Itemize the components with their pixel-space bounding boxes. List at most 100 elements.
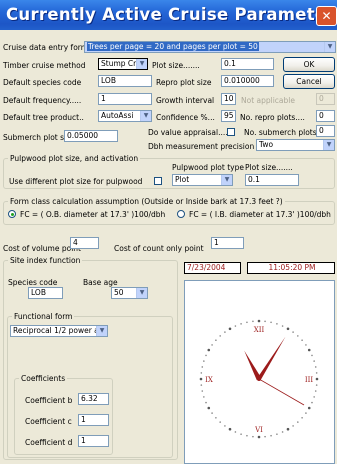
form-class-inside-radio[interactable]: [177, 210, 185, 218]
default-frequency-label: Default frequency.....: [3, 96, 82, 105]
species-code-label: Species code: [8, 278, 58, 287]
clock-tick: [240, 433, 242, 435]
no-submerch-plots-input[interactable]: 0: [316, 125, 335, 137]
chevron-down-icon[interactable]: ▼: [96, 326, 107, 336]
do-value-appraisal-checkbox[interactable]: [227, 128, 235, 136]
clock-tick: [252, 435, 254, 438]
clock-tick: [215, 339, 217, 341]
pulpwood-group-title: Pulpwood plot size, and activation: [8, 154, 141, 163]
clock-tick: [215, 417, 217, 419]
analog-clock: XII III VI IX: [199, 319, 319, 439]
not-applicable-label: Not applicable: [241, 96, 295, 105]
close-button[interactable]: ✕: [316, 6, 337, 26]
date-display: 7/23/2004: [184, 262, 241, 274]
confidence-label: Confidence %...: [156, 113, 215, 122]
clock-tick: [276, 323, 278, 325]
chevron-down-icon[interactable]: ▼: [324, 42, 335, 52]
default-tree-product-label: Default tree product..: [3, 113, 84, 122]
clock-tick: [203, 396, 205, 398]
growth-interval-input[interactable]: 10: [221, 93, 236, 105]
species-code-input[interactable]: LOB: [28, 287, 63, 299]
default-frequency-input[interactable]: 1: [98, 93, 152, 105]
chevron-down-icon[interactable]: ▼: [136, 288, 147, 298]
plot-size-input[interactable]: 0.1: [221, 58, 274, 70]
form-class-outside-radio[interactable]: [8, 210, 16, 218]
submerch-plot-size-input[interactable]: 0.05000: [64, 130, 118, 142]
default-species-input[interactable]: LOB: [98, 75, 152, 87]
coef-c-input[interactable]: 1: [78, 414, 109, 426]
clock-second-hand: [258, 378, 305, 406]
chevron-down-icon[interactable]: ▼: [221, 175, 232, 185]
ok-button[interactable]: OK: [283, 57, 335, 72]
chevron-down-icon[interactable]: ▼: [136, 59, 147, 69]
no-repro-plots-label: No. repro plots....: [240, 113, 305, 122]
no-submerch-plots-label: No. submerch plots: [244, 128, 317, 137]
clock-tick: [315, 377, 319, 381]
base-age-select[interactable]: 50 ▼: [111, 287, 148, 299]
coef-d-input[interactable]: 1: [78, 435, 109, 447]
clock-tick: [297, 335, 299, 337]
confidence-input[interactable]: 95: [221, 110, 236, 122]
pulpwood-plot-size-input[interactable]: 0.1: [245, 174, 299, 186]
clock-numeral-top: XII: [254, 326, 265, 334]
chevron-down-icon[interactable]: ▼: [140, 111, 151, 121]
pulpwood-plot-size-label: Plot size.......: [245, 163, 293, 172]
not-applicable-input: 0: [316, 93, 335, 105]
timber-method-label: Timber cruise method: [3, 61, 86, 70]
clock-minute-hand: [257, 336, 286, 381]
clock-tick: [305, 412, 307, 414]
clock-tick: [224, 425, 226, 427]
clock-tick: [307, 406, 311, 410]
clock-tick: [203, 360, 205, 362]
title-bar[interactable]: Currently Active Cruise Parameters ✕: [0, 0, 337, 30]
clock-numeral-left: IX: [205, 376, 213, 384]
clock-tick: [257, 319, 261, 323]
clock-tick: [311, 354, 313, 357]
pulpwood-plot-type-label: Pulpwood plot type: [172, 163, 244, 172]
clock-tick: [264, 320, 266, 323]
timber-method-select[interactable]: Stump Cr ▼: [98, 58, 148, 70]
cost-volume-point-input[interactable]: 4: [70, 237, 99, 249]
clock-tick: [297, 421, 299, 423]
clock-tick: [276, 433, 278, 435]
clock-tick: [311, 401, 313, 404]
functional-form-select[interactable]: Reciprocal 1/2 power age ▼: [10, 325, 108, 337]
dbh-precision-select[interactable]: Two ▼: [256, 139, 335, 151]
form-class-group-title: Form class calculation assumption (Outsi…: [8, 197, 285, 206]
clock-tick: [211, 344, 213, 346]
cost-count-only-point-input[interactable]: 1: [211, 237, 244, 249]
cancel-button[interactable]: Cancel: [283, 74, 335, 89]
clock-numeral-bottom: VI: [254, 426, 263, 434]
use-different-plot-size-checkbox[interactable]: [154, 177, 162, 185]
repro-plot-size-input[interactable]: 0.010000: [221, 75, 274, 87]
cruise-data-entry-select[interactable]: Trees per page = 20 and pages per plot =…: [84, 41, 336, 53]
clock-tick: [201, 390, 204, 392]
clock-tick: [286, 427, 290, 431]
site-index-group-title: Site index function: [8, 256, 83, 265]
no-repro-plots-input[interactable]: 0: [316, 110, 335, 122]
clock-tick: [199, 377, 203, 381]
do-value-appraisal-label: Do value appraisal.....: [148, 128, 231, 137]
clock-tick: [200, 372, 203, 374]
time-display: 11:05:20 PM: [247, 262, 335, 274]
clock-tick: [234, 325, 237, 327]
clock-hour-hand: [244, 350, 262, 381]
clock-tick: [246, 434, 248, 437]
clock-tick: [301, 339, 303, 341]
clock-tick: [252, 320, 254, 323]
dbh-precision-value: Two: [259, 140, 274, 149]
coef-b-input[interactable]: 6.32: [78, 393, 109, 405]
functional-form-value: Reciprocal 1/2 power age: [13, 326, 108, 335]
dbh-precision-label: Dbh measurement precision: [148, 142, 255, 151]
form-class-inside-label: FC = ( I.B. diameter at 17.3' )100/dbh: [189, 210, 331, 219]
pulpwood-plot-type-select[interactable]: Plot ▼: [172, 174, 233, 186]
chevron-down-icon[interactable]: ▼: [323, 140, 334, 150]
cruise-parameters-window: Currently Active Cruise Parameters ✕ Cru…: [0, 0, 337, 464]
clock-tick: [286, 327, 290, 331]
default-tree-product-select[interactable]: AutoAssi ▼: [98, 110, 152, 122]
clock-tick: [281, 325, 284, 327]
functional-form-title: Functional form: [12, 312, 75, 321]
analog-clock-panel: XII III VI IX: [184, 280, 335, 464]
form-class-outside-label: FC = ( O.B. diameter at 17.3' )100/dbh: [20, 210, 166, 219]
clock-tick: [257, 435, 261, 439]
